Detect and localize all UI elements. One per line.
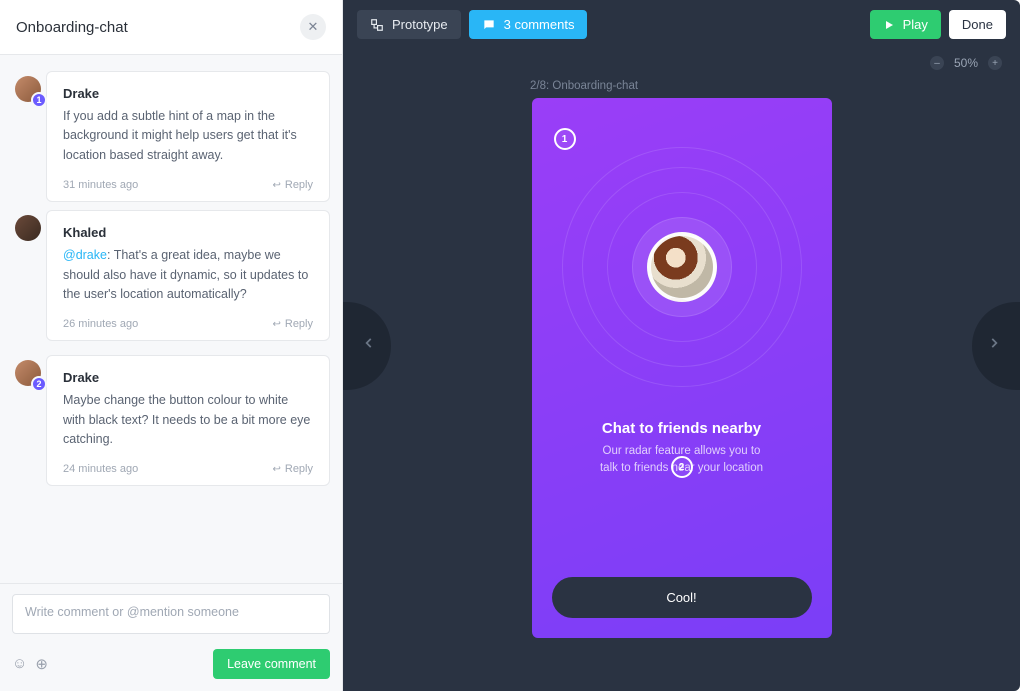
comment-time: 26 minutes ago — [63, 318, 138, 330]
canvas-label: 2/8: Onboarding-chat — [530, 80, 638, 92]
comments-list: 1 Drake If you add a subtle hint of a ma… — [0, 55, 342, 583]
comments-header: Onboarding-chat ✕ — [0, 0, 342, 55]
comment-author: Drake — [63, 370, 313, 385]
composer-tools: ☺ ⊕ — [12, 655, 48, 673]
prototype-label: Prototype — [392, 17, 448, 32]
comment-card[interactable]: 2 Drake Maybe change the button colour t… — [46, 355, 330, 486]
toolbar-right: Play Done — [870, 10, 1006, 39]
reply-button[interactable]: ↩ Reply — [272, 463, 313, 475]
comment-thread: 2 Drake Maybe change the button colour t… — [12, 355, 330, 486]
radar-graphic — [567, 152, 797, 382]
comment-composer: ☺ ⊕ Leave comment — [0, 583, 342, 691]
comments-button[interactable]: 3 comments — [469, 10, 588, 39]
avatar — [15, 215, 41, 241]
emoji-icon[interactable]: ☺ — [12, 655, 27, 673]
comment-body: @drake: That's a great idea, maybe we sh… — [63, 246, 313, 304]
annotation-pin[interactable]: 2 — [671, 456, 693, 478]
canvas: 2/8: Onboarding-chat 1 Chat to friends n… — [343, 80, 1020, 691]
comment-body: Maybe change the button colour to white … — [63, 391, 313, 449]
screen-title: Onboarding-chat — [16, 19, 128, 36]
close-icon: ✕ — [308, 19, 319, 35]
play-icon — [883, 19, 895, 31]
reply-icon: ↩ — [272, 180, 280, 191]
avatar — [647, 232, 717, 302]
mockup-screen[interactable]: 1 Chat to friends nearby 2 Our radar fea… — [532, 98, 832, 638]
mock-title: Chat to friends nearby — [602, 420, 761, 437]
comment-meta: 24 minutes ago ↩ Reply — [63, 463, 313, 475]
comment-pin-badge: 1 — [31, 92, 47, 108]
comments-label: 3 comments — [504, 17, 575, 32]
mock-cta-button[interactable]: Cool! — [552, 577, 812, 618]
avatar-wrap — [15, 215, 43, 243]
comment-author: Drake — [63, 86, 313, 101]
reply-icon: ↩ — [272, 464, 280, 475]
reply-button[interactable]: ↩ Reply — [272, 318, 313, 330]
comments-panel: Onboarding-chat ✕ 1 Drake If you add a s… — [0, 0, 343, 691]
mention-link[interactable]: @drake — [63, 248, 107, 262]
comment-icon — [482, 18, 496, 32]
comment-author: Khaled — [63, 225, 313, 240]
avatar-wrap: 1 — [15, 76, 43, 104]
zoom-value: 50% — [954, 56, 978, 70]
zoom-out-button[interactable]: – — [930, 56, 944, 70]
play-button[interactable]: Play — [870, 10, 941, 39]
reply-icon: ↩ — [272, 319, 280, 330]
comment-meta: 26 minutes ago ↩ Reply — [63, 318, 313, 330]
comment-body: If you add a subtle hint of a map in the… — [63, 107, 313, 165]
comment-card[interactable]: 1 Drake If you add a subtle hint of a ma… — [46, 71, 330, 202]
zoom-in-button[interactable]: + — [988, 56, 1002, 70]
reply-label: Reply — [285, 463, 313, 475]
close-panel-button[interactable]: ✕ — [300, 14, 326, 40]
leave-comment-button[interactable]: Leave comment — [213, 649, 330, 679]
comment-time: 24 minutes ago — [63, 463, 138, 475]
comment-pin-badge: 2 — [31, 376, 47, 392]
avatar-wrap: 2 — [15, 360, 43, 388]
reply-label: Reply — [285, 179, 313, 191]
mention-icon[interactable]: ⊕ — [35, 655, 48, 673]
zoom-controls: – 50% + — [930, 56, 1002, 70]
prototype-button[interactable]: Prototype — [357, 10, 461, 39]
prototype-icon — [370, 18, 384, 32]
comment-thread: 1 Drake If you add a subtle hint of a ma… — [12, 71, 330, 341]
comment-input[interactable] — [12, 594, 330, 634]
toolbar-left: Prototype 3 comments — [357, 10, 587, 39]
done-button[interactable]: Done — [949, 10, 1006, 39]
comment-time: 31 minutes ago — [63, 179, 138, 191]
reply-button[interactable]: ↩ Reply — [272, 179, 313, 191]
annotation-pin[interactable]: 1 — [554, 128, 576, 150]
comment-meta: 31 minutes ago ↩ Reply — [63, 179, 313, 191]
reply-label: Reply — [285, 318, 313, 330]
preview-panel: Prototype 3 comments Play Done – 50% + — [343, 0, 1020, 691]
preview-toolbar: Prototype 3 comments Play Done — [343, 0, 1020, 39]
composer-actions: ☺ ⊕ Leave comment — [12, 649, 330, 679]
comment-card[interactable]: Khaled @drake: That's a great idea, mayb… — [46, 210, 330, 341]
play-label: Play — [903, 17, 928, 32]
